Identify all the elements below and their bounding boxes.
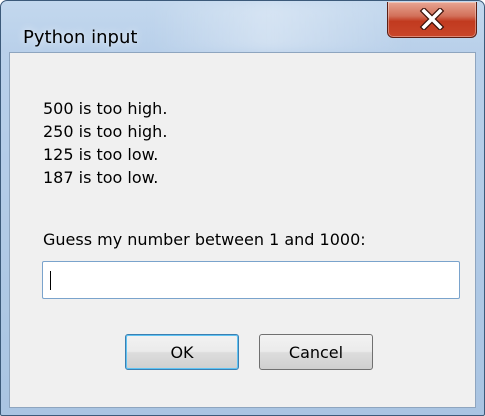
close-button[interactable] xyxy=(387,2,477,38)
message-line: 500 is too high. xyxy=(43,99,168,118)
dialog-window: Python input 500 is too high. 250 is too… xyxy=(0,0,485,416)
text-caret xyxy=(50,271,51,290)
guess-input[interactable] xyxy=(42,261,460,299)
message-line: 250 is too high. xyxy=(43,122,168,141)
message-line: 187 is too low. xyxy=(43,168,159,187)
message-list: 500 is too high. 250 is too high. 125 is… xyxy=(43,97,167,189)
dialog-body: 500 is too high. 250 is too high. 125 is… xyxy=(9,52,476,408)
title-bar[interactable]: Python input xyxy=(1,1,484,51)
message-line: 125 is too low. xyxy=(43,145,159,164)
ok-button[interactable]: OK xyxy=(125,334,239,370)
window-title: Python input xyxy=(23,27,138,48)
prompt-label: Guess my number between 1 and 1000: xyxy=(43,230,366,249)
close-icon xyxy=(419,8,445,30)
cancel-button[interactable]: Cancel xyxy=(259,334,373,370)
